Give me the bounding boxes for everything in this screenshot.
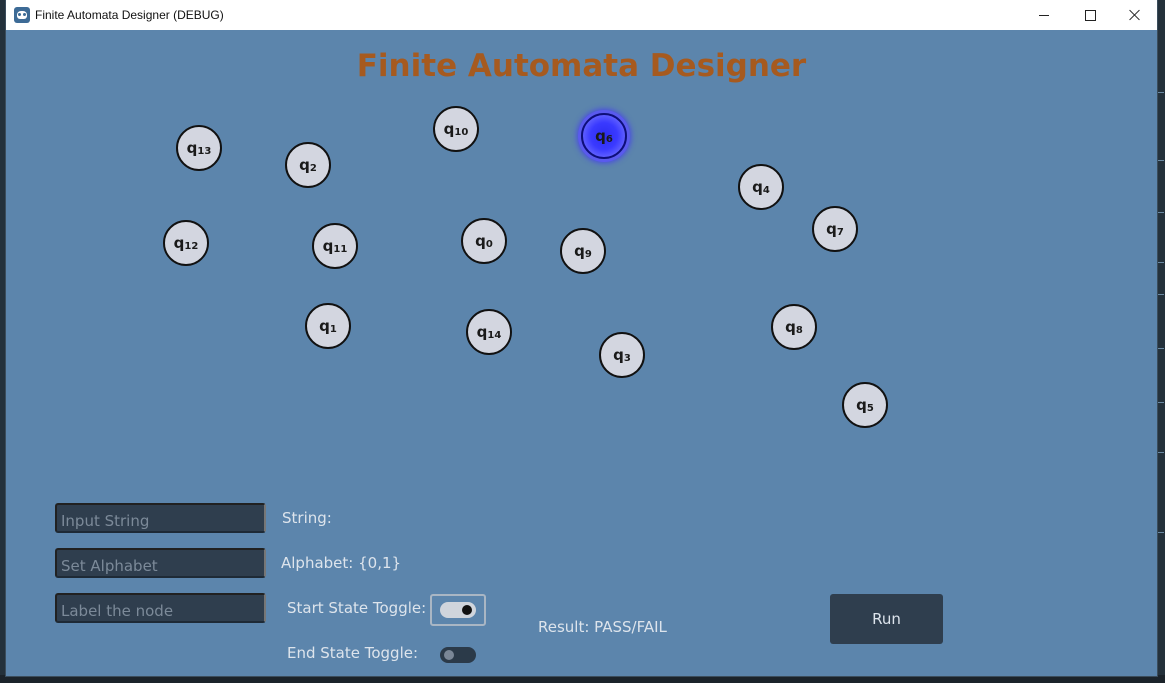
state-node-q10[interactable]: q 10 bbox=[433, 106, 479, 152]
node-index: 8 bbox=[795, 324, 803, 336]
node-letter: q bbox=[752, 178, 763, 196]
node-index: 7 bbox=[836, 226, 844, 238]
title-bar[interactable]: Finite Automata Designer (DEBUG) bbox=[6, 0, 1157, 30]
desktop-decoration bbox=[1158, 452, 1164, 453]
end-state-toggle[interactable] bbox=[440, 647, 476, 663]
label-node-field[interactable] bbox=[55, 593, 266, 623]
node-index: 1 bbox=[329, 323, 337, 335]
state-node-q1[interactable]: q1 bbox=[305, 303, 351, 349]
desktop-decoration bbox=[1158, 212, 1164, 213]
node-letter: q bbox=[319, 317, 330, 335]
state-node-q8[interactable]: q8 bbox=[771, 304, 817, 350]
node-index: 5 bbox=[866, 402, 874, 414]
node-index: 6 bbox=[605, 133, 613, 145]
node-index: 13 bbox=[197, 145, 212, 157]
desktop-decoration bbox=[1158, 294, 1164, 295]
minimize-button[interactable] bbox=[1021, 0, 1067, 30]
desktop-decoration bbox=[1158, 92, 1164, 93]
node-letter: q bbox=[443, 120, 455, 138]
app-window: Finite Automata Designer (DEBUG) Finite … bbox=[6, 0, 1157, 676]
start-state-toggle-label: Start State Toggle: bbox=[287, 599, 427, 617]
desktop-decoration bbox=[1158, 348, 1164, 349]
node-letter: q bbox=[785, 318, 796, 336]
toggle-knob bbox=[462, 605, 472, 615]
app-heading: Finite Automata Designer bbox=[356, 48, 807, 84]
node-index: 9 bbox=[584, 248, 592, 260]
close-button[interactable] bbox=[1112, 0, 1158, 30]
node-index: 12 bbox=[184, 240, 199, 252]
node-letter: q bbox=[613, 346, 624, 364]
string-display-label: String: bbox=[282, 509, 332, 527]
godot-app-icon bbox=[14, 7, 30, 23]
desktop-background-right bbox=[1157, 0, 1165, 683]
state-node-q4[interactable]: q4 bbox=[738, 164, 784, 210]
maximize-icon bbox=[1084, 9, 1096, 21]
desktop-decoration bbox=[1158, 532, 1164, 533]
node-letter: q bbox=[475, 232, 486, 250]
node-letter: q bbox=[173, 234, 185, 252]
toggle-knob bbox=[444, 650, 454, 660]
node-index: 10 bbox=[454, 126, 469, 138]
state-node-q14[interactable]: q 14 bbox=[466, 309, 512, 355]
node-letter: q bbox=[476, 323, 488, 341]
node-letter: q bbox=[299, 156, 310, 174]
end-state-toggle-label: End State Toggle: bbox=[287, 644, 419, 662]
node-index: 11 bbox=[333, 243, 348, 255]
state-node-q13[interactable]: q 13 bbox=[176, 125, 222, 171]
node-index: 0 bbox=[485, 238, 493, 250]
node-index: 14 bbox=[487, 329, 502, 341]
window-title: Finite Automata Designer (DEBUG) bbox=[35, 8, 224, 22]
state-node-q5[interactable]: q5 bbox=[842, 382, 888, 428]
node-letter: q bbox=[322, 237, 334, 255]
state-node-q9[interactable]: q9 bbox=[560, 228, 606, 274]
node-letter: q bbox=[856, 396, 867, 414]
node-index: 3 bbox=[623, 352, 631, 364]
state-node-q11[interactable]: q 11 bbox=[312, 223, 358, 269]
node-letter: q bbox=[186, 139, 198, 157]
set-alphabet-field[interactable] bbox=[55, 548, 266, 578]
close-icon bbox=[1129, 9, 1141, 21]
state-node-q2[interactable]: q2 bbox=[285, 142, 331, 188]
start-state-toggle[interactable] bbox=[440, 602, 476, 618]
maximize-button[interactable] bbox=[1067, 0, 1113, 30]
state-node-q3[interactable]: q3 bbox=[599, 332, 645, 378]
desktop-decoration bbox=[1158, 402, 1164, 403]
desktop-decoration bbox=[1158, 160, 1164, 161]
node-letter: q bbox=[595, 127, 606, 145]
node-letter: q bbox=[574, 242, 585, 260]
state-node-q6[interactable]: q6 bbox=[581, 113, 627, 159]
input-string-field[interactable] bbox=[55, 503, 266, 533]
state-node-q7[interactable]: q7 bbox=[812, 206, 858, 252]
node-letter: q bbox=[826, 220, 837, 238]
alphabet-display-label: Alphabet: {0,1} bbox=[281, 554, 402, 572]
minimize-icon bbox=[1039, 14, 1049, 16]
node-index: 4 bbox=[762, 184, 770, 196]
state-node-q0[interactable]: q0 bbox=[461, 218, 507, 264]
desktop-decoration bbox=[1158, 262, 1164, 263]
desktop-background-bottom bbox=[0, 675, 1165, 683]
result-label: Result: PASS/FAIL bbox=[538, 618, 667, 636]
state-node-q12[interactable]: q 12 bbox=[163, 220, 209, 266]
run-button[interactable]: Run bbox=[830, 594, 943, 644]
node-index: 2 bbox=[309, 162, 317, 174]
